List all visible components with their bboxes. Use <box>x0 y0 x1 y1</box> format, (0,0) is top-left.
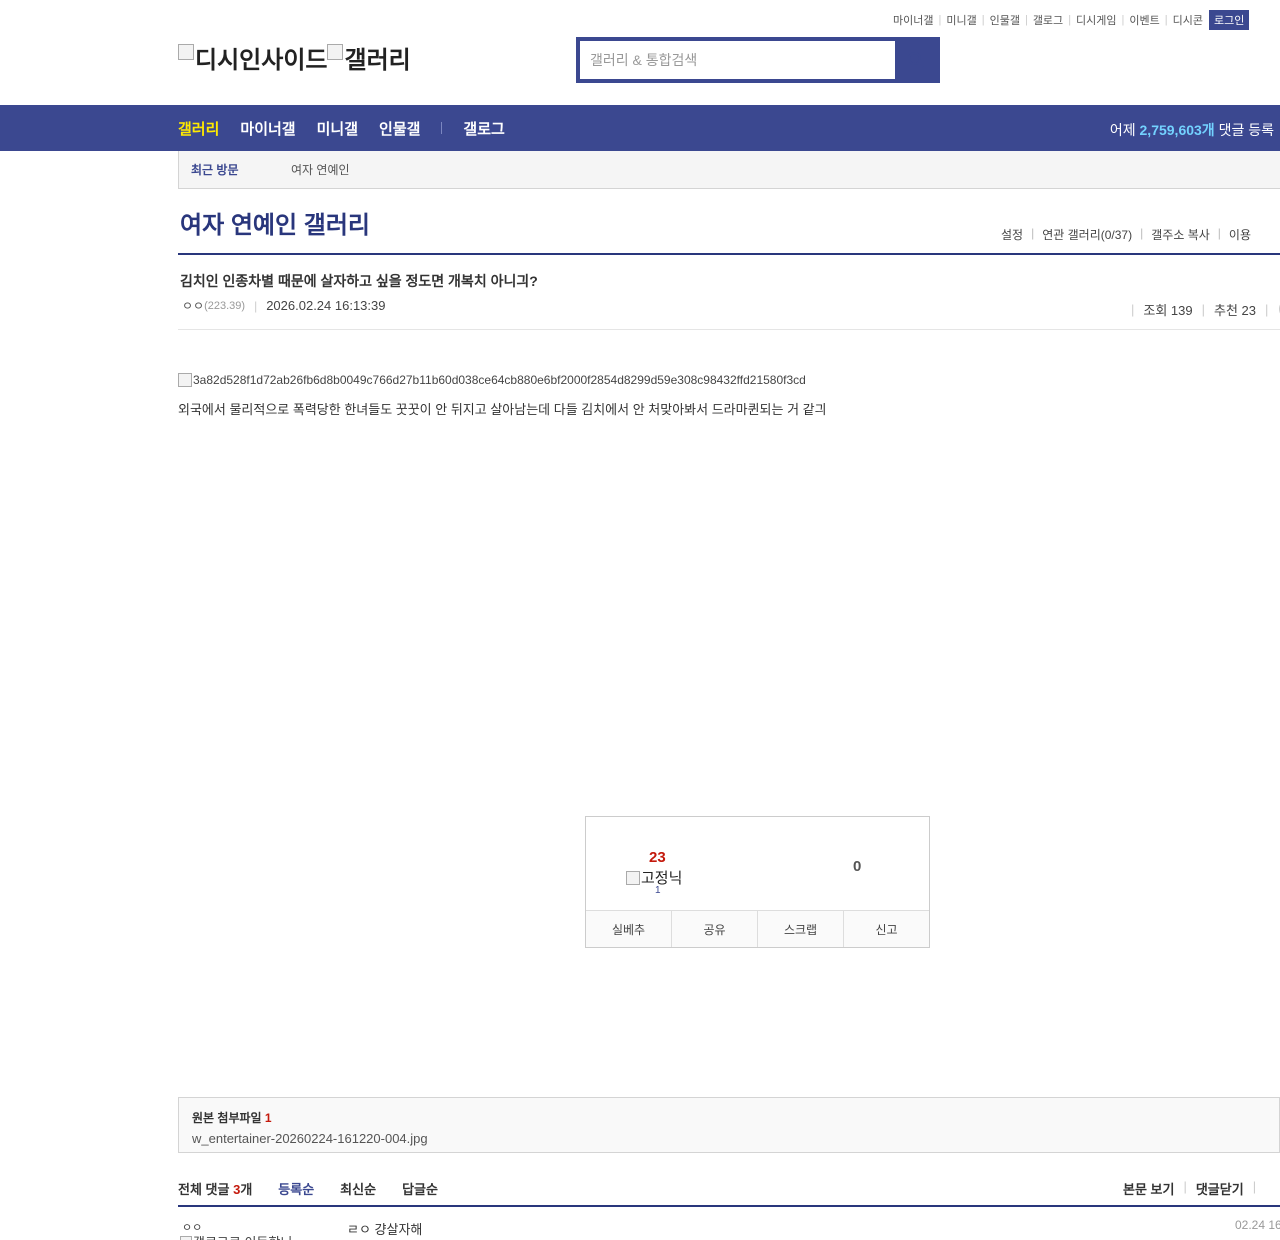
nav-item-minor[interactable]: 마이너갤 <box>240 118 295 139</box>
logo-sub: 갤러리 <box>344 47 411 74</box>
close-comments-button[interactable]: 댓글닫기 <box>1196 1179 1244 1198</box>
divider: | <box>1131 301 1135 317</box>
site-logo[interactable]: 디시인사이드 갤러리 <box>178 40 411 75</box>
post-recommend: 추천 23 <box>1214 302 1257 318</box>
sort-latest[interactable]: 최신순 <box>340 1179 376 1198</box>
search-button[interactable] <box>895 41 936 79</box>
report-button[interactable]: 신고 <box>844 911 929 947</box>
title-divider <box>178 253 1280 255</box>
post-meta: ㅇㅇ (223.39) | 2026.02.24 16:13:39 <box>182 297 385 314</box>
vote-box: 23 고정닉 1 0 실베추 공유 스크랩 신고 <box>585 816 930 948</box>
util-link-person[interactable]: 인물갤 <box>990 12 1020 28</box>
comment-stat: 어제 2,759,603개 댓글 등록 <box>1110 120 1274 140</box>
vote-actions: 실베추 공유 스크랩 신고 <box>586 910 929 947</box>
util-link-game[interactable]: 디시게임 <box>1076 12 1116 28</box>
best-recommend-button[interactable]: 실베추 <box>586 911 672 947</box>
post-date: 2026.02.24 16:13:39 <box>266 298 386 313</box>
broken-image-icon <box>180 1235 192 1240</box>
divider: | <box>1031 226 1035 240</box>
comment-date: 02.24 16 <box>1235 1218 1280 1232</box>
logo-main: 디시인사이드 <box>195 47 328 74</box>
stat-prefix: 어제 <box>1109 122 1136 138</box>
post-ip: (223.39) <box>204 299 246 312</box>
attachment-box: 원본 첨부파일 1 w_entertainer-20260224-161220-… <box>178 1097 1280 1153</box>
attachment-count: 1 <box>264 1111 272 1125</box>
post-image: 3a82d528f1d72ab26fb6d8b0049c766d27b11b60… <box>178 373 806 387</box>
upvote-count[interactable]: 23 <box>649 849 666 866</box>
recent-visits: 최근 방문 여자 연예인 <box>178 151 1280 189</box>
broken-image-icon <box>178 373 192 387</box>
divider: | <box>1164 14 1168 26</box>
share-button[interactable]: 공유 <box>672 911 758 947</box>
recent-item[interactable]: 여자 연예인 <box>291 161 350 178</box>
downvote-count[interactable]: 0 <box>853 858 861 875</box>
nav-item-mini[interactable]: 미니갤 <box>317 118 358 139</box>
broken-image-icon <box>327 43 344 60</box>
sort-replies[interactable]: 답글순 <box>402 1179 438 1198</box>
copy-address-link[interactable]: 갤주소 복사 <box>1151 226 1210 243</box>
related-gallery-link[interactable]: 연관 갤러리(0/37) <box>1042 226 1132 243</box>
divider: | <box>254 298 258 313</box>
gallog-alt: 갤로그로 이동합니 <box>193 1232 292 1240</box>
divider: | <box>1024 14 1028 26</box>
gallery-tools: 설정 | 연관 갤러리(0/37) | 갤주소 복사 | 이용 <box>1001 226 1251 243</box>
gallog-link[interactable]: 갤로그로 이동합니 <box>180 1232 292 1240</box>
util-link-dccon[interactable]: 디시콘 <box>1173 12 1203 28</box>
scrap-button[interactable]: 스크랩 <box>758 911 844 947</box>
post-stats: | 조회 139 | 추천 23 | <box>1122 299 1280 319</box>
search-box <box>576 37 940 83</box>
comment-bar: 전체 댓글 3개 등록순 최신순 답글순 본문 보기 | 댓글닫기 | <box>178 1179 1280 1198</box>
stat-value: 2,759,603개 <box>1139 122 1215 138</box>
attachment-label: 원본 첨부파일 <box>192 1111 262 1125</box>
settings-link[interactable]: 설정 <box>1001 226 1023 243</box>
util-link-event[interactable]: 이벤트 <box>1129 12 1159 28</box>
nav-item-gallog[interactable]: 갤로그 <box>463 118 504 139</box>
divider: | <box>1201 301 1206 317</box>
util-link-gallog[interactable]: 갤로그 <box>1033 12 1063 28</box>
recent-label: 최근 방문 <box>191 163 239 177</box>
comment-divider <box>178 1205 1280 1207</box>
sort-registered[interactable]: 등록순 <box>278 1179 314 1198</box>
usage-link[interactable]: 이용 <box>1229 226 1251 243</box>
view-post-button[interactable]: 본문 보기 <box>1123 1179 1174 1198</box>
nav-divider <box>441 122 443 134</box>
attachment-file[interactable]: w_entertainer-20260224-161220-004.jpg <box>192 1131 1266 1146</box>
post-header-divider <box>178 329 1280 330</box>
divider: | <box>1265 301 1269 317</box>
divider: | <box>981 14 985 26</box>
fixnik-count: 1 <box>655 885 661 896</box>
divider: | <box>1140 226 1144 240</box>
search-icon <box>907 52 924 68</box>
comment-total-label: 전체 댓글 <box>178 1182 230 1197</box>
comment-total-unit: 개 <box>240 1182 253 1197</box>
post-body: 외국에서 물리적으로 폭력당한 한녀들도 꿋꿋이 안 뒤지고 살아남는데 다들 … <box>178 402 827 417</box>
divider: | <box>938 14 942 26</box>
util-link-mini[interactable]: 미니갤 <box>946 12 976 28</box>
post-views: 조회 139 <box>1143 302 1193 318</box>
stat-suffix: 댓글 등록 <box>1218 122 1274 138</box>
divider: | <box>1121 14 1125 26</box>
nav-item-gallery[interactable]: 갤러리 <box>178 118 219 139</box>
attachment-header: 원본 첨부파일 1 <box>192 1109 1266 1126</box>
post-image-alt: 3a82d528f1d72ab26fb6d8b0049c766d27b11b60… <box>193 373 806 387</box>
main-nav: 갤러리 마이너갤 미니갤 인물갤 갤로그 어제 2,759,603개 댓글 등록 <box>0 105 1280 151</box>
divider: | <box>1252 1179 1257 1194</box>
broken-image-icon <box>626 870 640 885</box>
fixnik-alt: 고정닉 <box>641 870 683 887</box>
util-link-minor[interactable]: 마이너갤 <box>893 12 933 28</box>
divider: | <box>1217 226 1221 240</box>
post-author[interactable]: ㅇㅇ <box>182 297 204 314</box>
comment-text: ㄹㅇ 걍살자해 <box>347 1222 423 1237</box>
utility-links: 마이너갤 | 미니갤 | 인물갤 | 갤로그 | 디시게임 | 이벤트 | 디시콘 로그인 <box>893 10 1250 30</box>
comment-total: 전체 댓글 3개 <box>178 1179 252 1198</box>
nav-item-person[interactable]: 인물갤 <box>379 118 420 139</box>
divider: | <box>1183 1179 1187 1194</box>
login-button[interactable]: 로그인 <box>1209 10 1250 30</box>
search-input[interactable] <box>580 41 895 79</box>
divider: | <box>1068 14 1072 26</box>
post-title: 김치인 인종차별 때문에 살자하고 싶을 정도면 개복치 아니긔? <box>180 273 538 289</box>
gallery-title[interactable]: 여자 연예인 갤러리 <box>180 205 370 240</box>
broken-image-icon <box>178 43 194 60</box>
